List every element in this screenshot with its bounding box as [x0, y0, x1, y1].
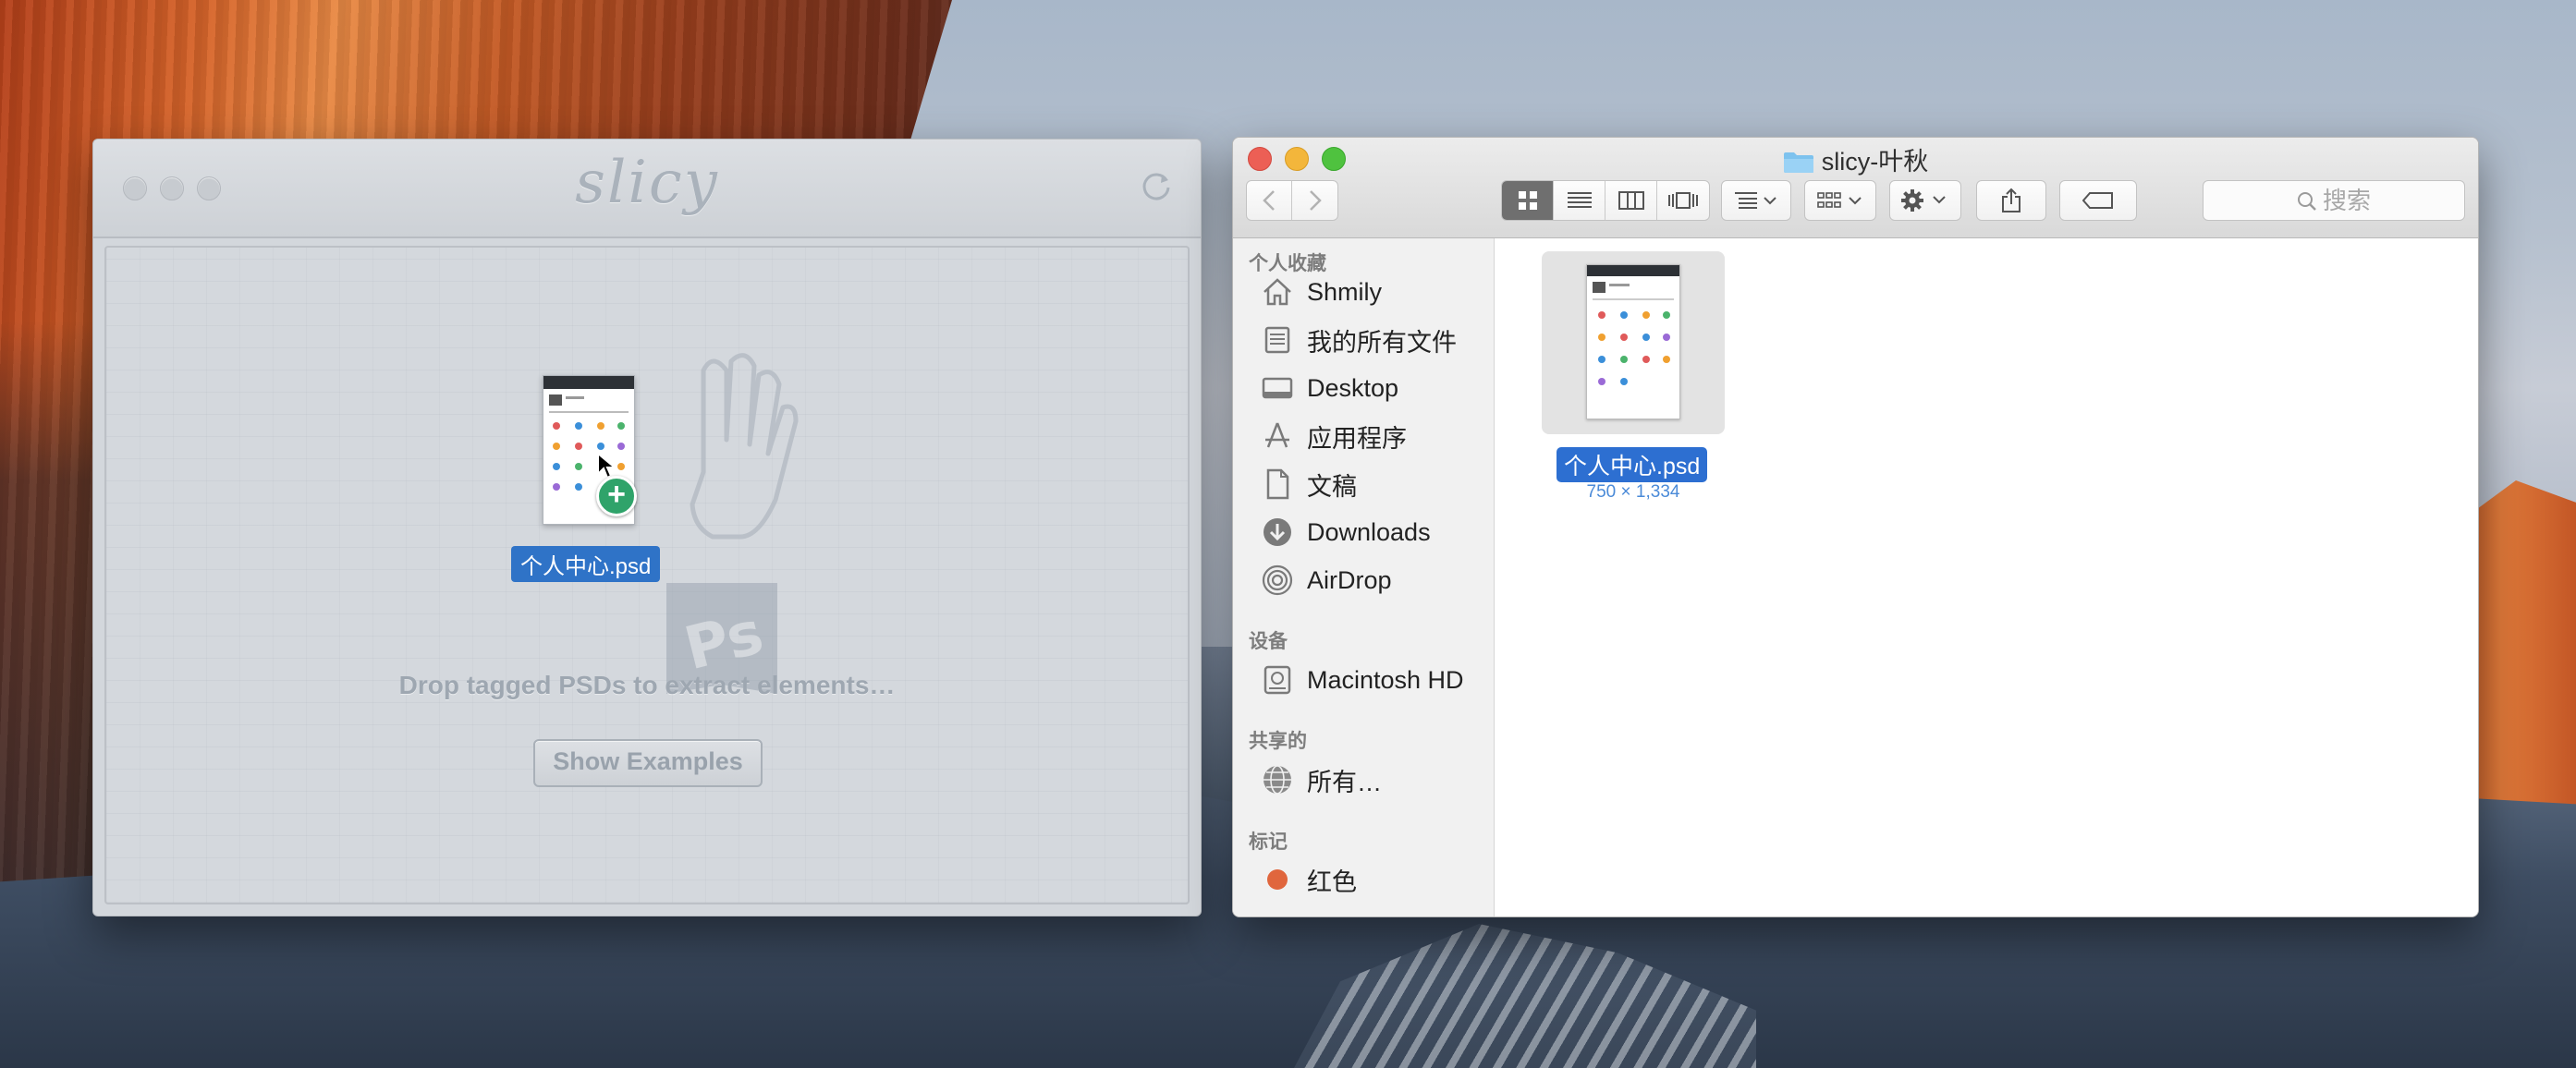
sidebar-item-applications[interactable]: 应用程序 [1261, 415, 1407, 457]
refresh-icon[interactable] [1138, 167, 1175, 204]
sidebar-item-label: Shmily [1307, 277, 1383, 306]
cover-flow-icon [1668, 192, 1698, 209]
folder-icon [1783, 152, 1813, 173]
sidebar-item-downloads[interactable]: Downloads [1261, 511, 1431, 553]
copy-plus-icon: + [596, 476, 637, 516]
sidebar-item-desktop[interactable]: Desktop [1261, 367, 1398, 409]
column-view-button[interactable] [1605, 181, 1657, 220]
sidebar-item-airdrop[interactable]: AirDrop [1261, 559, 1392, 601]
airdrop-icon [1262, 564, 1293, 596]
chevron-left-icon [1263, 190, 1275, 211]
tags-header: 标记 [1249, 831, 1288, 853]
arrange-button[interactable] [1721, 180, 1791, 221]
nav-buttons [1246, 180, 1338, 221]
sidebar-item-label: Desktop [1307, 373, 1399, 402]
search-field[interactable]: 搜索 [2203, 180, 2465, 221]
forward-button[interactable] [1292, 181, 1337, 220]
sidebar-item-label: 我的所有文件 [1307, 328, 1457, 357]
group-icon [1817, 192, 1862, 208]
hard-drive-icon [1264, 665, 1291, 695]
sidebar-item-label: 应用程序 [1307, 424, 1407, 453]
finder-window: slicy-叶秋 搜索 个人收藏 Shmily 我的所有文件 Desktop 应… [1232, 137, 2479, 917]
file-name-label[interactable]: 个人中心.psd [1557, 447, 1708, 482]
chevron-right-icon [1309, 190, 1322, 211]
sidebar-item-macintosh-hd[interactable]: Macintosh HD [1261, 659, 1464, 701]
slicy-titlebar[interactable]: slicy [93, 140, 1201, 238]
home-icon [1264, 278, 1291, 306]
desktop-icon [1262, 377, 1293, 399]
drop-hint-text: Drop tagged PSDs to extract elements… [398, 671, 896, 699]
icon-view-button[interactable] [1502, 181, 1554, 220]
grid-icon [1518, 191, 1537, 210]
action-button[interactable] [1889, 180, 1961, 221]
gear-icon [1901, 189, 1946, 212]
arrange-icon [1735, 192, 1776, 209]
sidebar-item-label: 文稿 [1307, 472, 1357, 501]
devices-header: 设备 [1249, 631, 1288, 652]
columns-icon [1618, 191, 1644, 210]
psd-preview-icon [1593, 282, 1674, 385]
finder-sidebar: 个人收藏 Shmily 我的所有文件 Desktop 应用程序 文稿 Downl… [1233, 238, 1495, 916]
list-view-button[interactable] [1554, 181, 1605, 220]
network-globe-icon [1264, 765, 1291, 795]
sidebar-item-home[interactable]: Shmily [1261, 271, 1382, 313]
list-icon [1567, 192, 1592, 208]
show-examples-button[interactable]: Show Examples [533, 739, 763, 787]
group-button[interactable] [1804, 180, 1876, 221]
search-icon [2297, 192, 2316, 211]
sidebar-item-label: Downloads [1307, 517, 1431, 546]
tags-button[interactable] [2059, 180, 2137, 221]
downloads-icon [1264, 518, 1291, 546]
window-title: slicy-叶秋 [1233, 141, 2478, 177]
file-thumbnail[interactable] [1586, 264, 1680, 419]
finder-toolbar[interactable]: slicy-叶秋 搜索 [1233, 138, 2478, 238]
share-button[interactable] [1976, 180, 2046, 221]
window-title-text: slicy-叶秋 [1821, 148, 1929, 176]
cover-flow-button[interactable] [1657, 181, 1709, 220]
back-button[interactable] [1247, 181, 1293, 220]
sidebar-item-label: Macintosh HD [1307, 665, 1464, 694]
sidebar-item-all-files[interactable]: 我的所有文件 [1261, 319, 1457, 361]
sidebar-item-label: 所有… [1307, 768, 1382, 796]
slicy-logo: slicy [575, 149, 719, 217]
file-dimensions: 750 × 1,334 [1586, 482, 1680, 502]
sidebar-item-label: 红色 [1307, 868, 1357, 896]
shared-header: 共享的 [1249, 731, 1307, 752]
sidebar-item-tag-red[interactable]: 红色 [1261, 858, 1357, 901]
sidebar-item-shared-all[interactable]: 所有… [1261, 759, 1382, 801]
search-placeholder: 搜索 [2322, 187, 2371, 214]
dragged-file-name: 个人中心.psd [511, 546, 661, 582]
share-icon [2002, 188, 2021, 212]
red-tag-dot-icon [1267, 869, 1288, 890]
documents-icon [1266, 468, 1289, 500]
tag-icon [2082, 192, 2113, 209]
slicy-window: slicy Ps + 个人中心.psd Drop tagged PSDs to … [92, 139, 1202, 916]
view-mode-segment [1501, 180, 1710, 221]
sidebar-item-label: AirDrop [1307, 565, 1392, 594]
sidebar-item-documents[interactable]: 文稿 [1261, 463, 1357, 505]
applications-icon [1265, 422, 1289, 448]
all-files-icon [1264, 326, 1290, 354]
